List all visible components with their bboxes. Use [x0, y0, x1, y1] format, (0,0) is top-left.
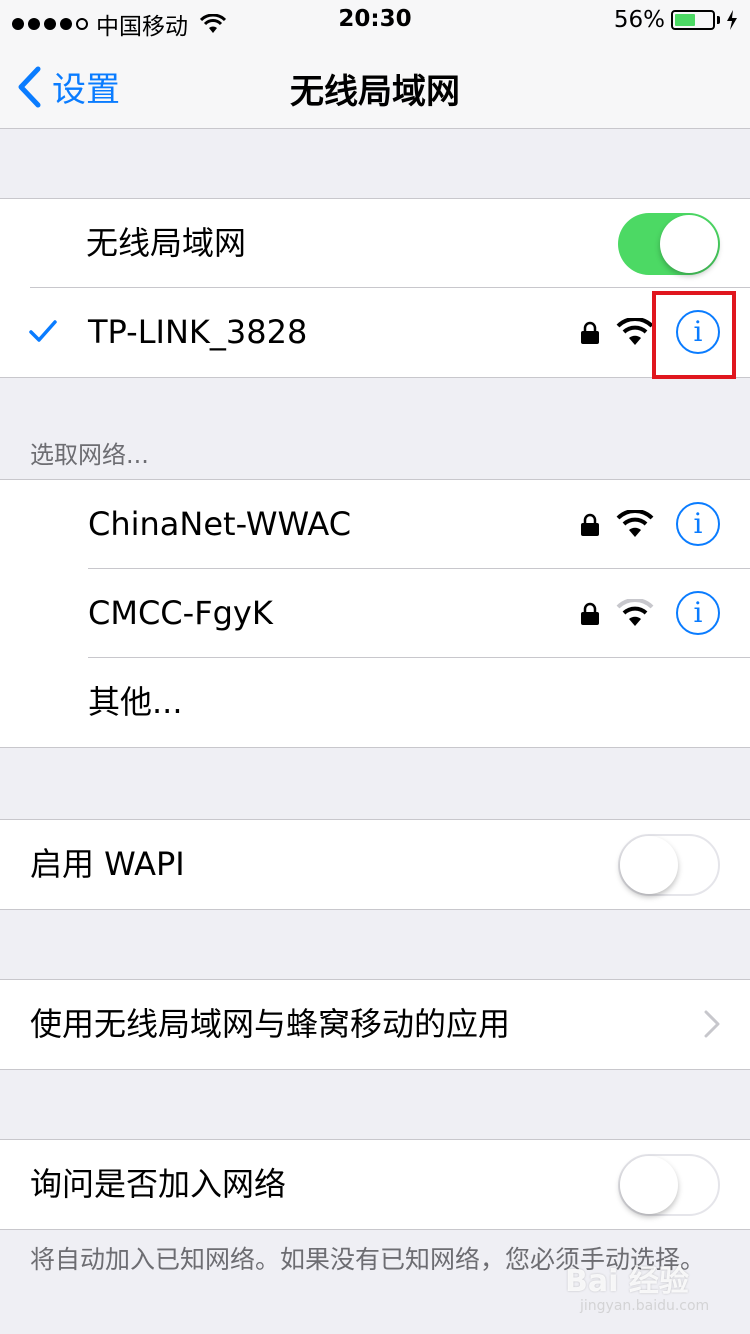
wapi-row: 启用 WAPI [0, 820, 750, 909]
wifi-signal-icon [616, 599, 654, 626]
battery-percent: 56% [613, 7, 665, 33]
network-row[interactable]: ChinaNet-WWAC i [0, 480, 750, 569]
charging-bolt-icon [727, 10, 737, 30]
lock-icon [581, 513, 599, 536]
apps-group: 使用无线局域网与蜂窝移动的应用 [0, 979, 750, 1070]
wapi-toggle-switch[interactable] [618, 834, 720, 896]
status-right: 56% [614, 7, 738, 33]
wapi-group: 启用 WAPI [0, 819, 750, 910]
wifi-toggle-switch[interactable] [618, 213, 720, 275]
network-name: ChinaNet-WWAC [88, 505, 352, 543]
connected-network-name: TP-LINK_3828 [88, 313, 308, 351]
watermark-url: jingyan.baidu.com [580, 1298, 710, 1314]
other-network-row[interactable]: 其他... [0, 658, 750, 747]
navigation-bar: 设置 无线局域网 [0, 40, 750, 129]
ask-join-group: 询问是否加入网络 [0, 1139, 750, 1230]
battery-icon [671, 10, 715, 30]
ask-join-row: 询问是否加入网络 [0, 1140, 750, 1229]
toggle-knob [620, 836, 678, 894]
connected-network-row[interactable]: TP-LINK_3828 i [0, 288, 750, 377]
toggle-knob [620, 1156, 678, 1214]
status-bar: 中国移动 20:30 56% [0, 0, 750, 40]
wifi-toggle-label: 无线局域网 [86, 224, 247, 262]
checkmark-icon [29, 320, 57, 342]
network-info-button[interactable]: i [676, 591, 720, 635]
ask-join-toggle-switch[interactable] [618, 1154, 720, 1216]
network-name: CMCC-FgyK [88, 594, 273, 632]
chevron-right-icon [704, 1010, 720, 1038]
network-row[interactable]: CMCC-FgyK i [0, 569, 750, 658]
wapi-label: 启用 WAPI [30, 845, 185, 883]
battery-cap [717, 16, 720, 24]
wifi-signal-icon [616, 318, 654, 345]
network-info-button[interactable]: i [676, 502, 720, 546]
apps-row[interactable]: 使用无线局域网与蜂窝移动的应用 [0, 980, 750, 1069]
watermark-logo: Bai 经验 [565, 1264, 689, 1299]
toggle-knob [660, 215, 718, 273]
apps-label: 使用无线局域网与蜂窝移动的应用 [30, 1005, 511, 1043]
battery-fill [675, 14, 696, 26]
choose-network-header: 选取网络... [30, 441, 149, 469]
lock-icon [581, 602, 599, 625]
networks-group: ChinaNet-WWAC i CMCC-FgyK i 其他... [0, 479, 750, 748]
page-title: 无线局域网 [290, 72, 460, 112]
other-network-label: 其他... [88, 683, 183, 721]
wifi-toggle-row: 无线局域网 [0, 199, 750, 288]
lock-icon [581, 321, 599, 344]
highlight-box [652, 291, 736, 379]
ask-join-label: 询问是否加入网络 [30, 1165, 287, 1203]
wifi-group: 无线局域网 TP-LINK_3828 i [0, 198, 750, 378]
wifi-signal-icon [616, 510, 654, 537]
